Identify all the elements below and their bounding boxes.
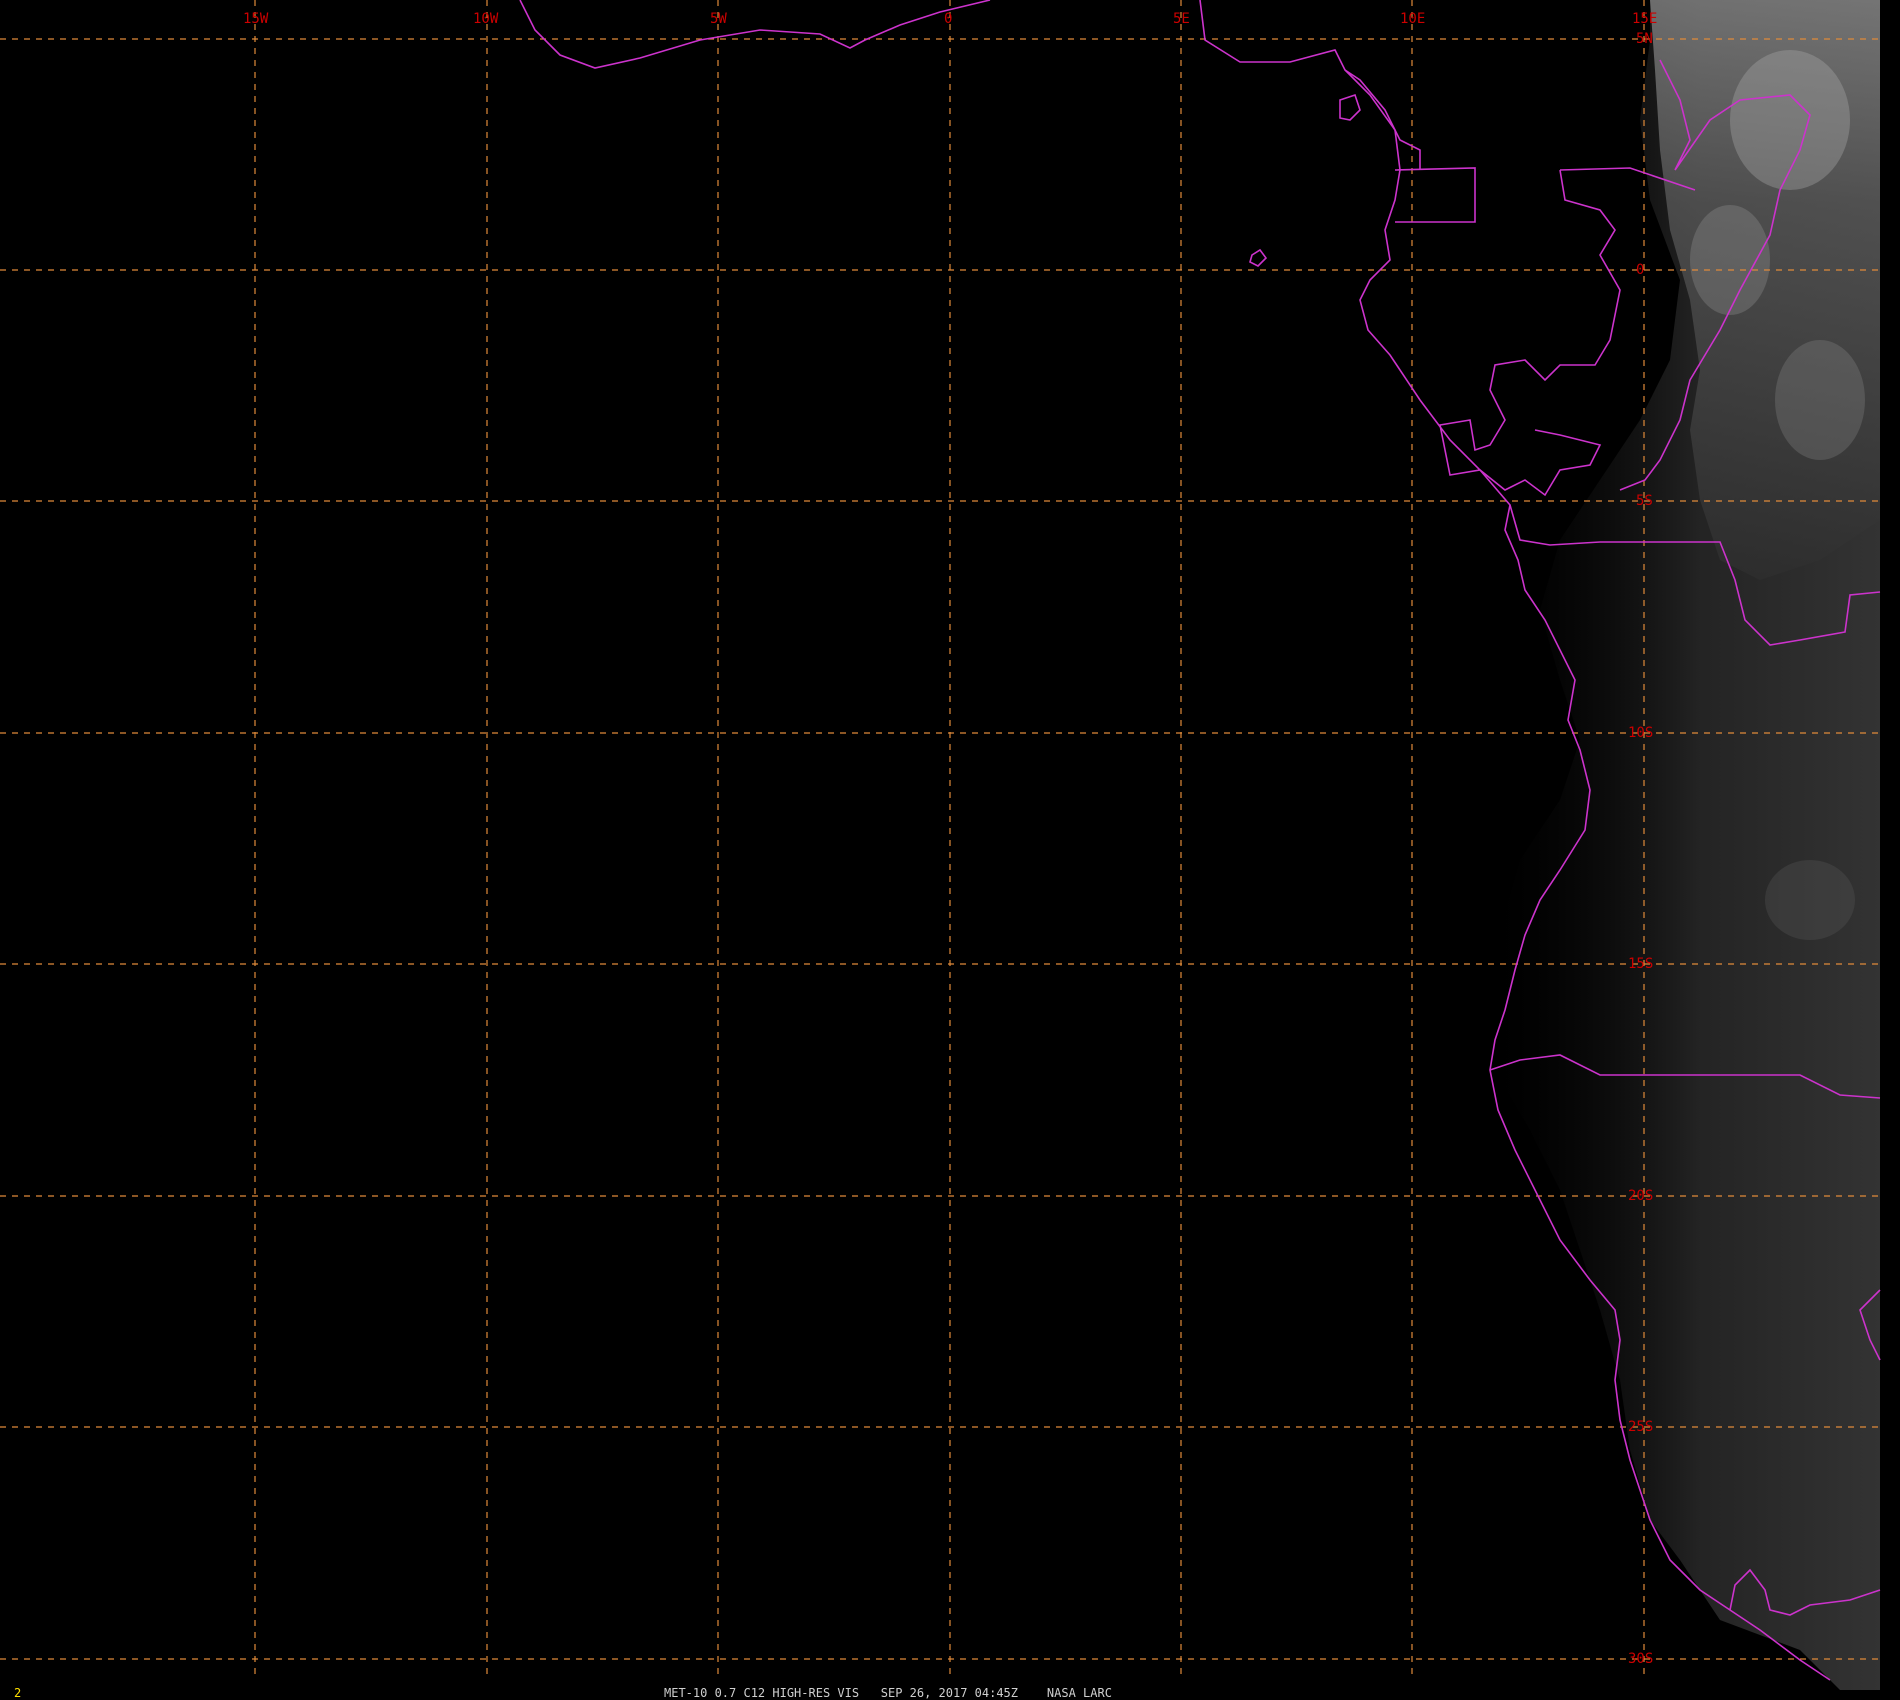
lon-label-15w: 15W bbox=[243, 11, 269, 27]
lat-label-15s: 15S bbox=[1628, 956, 1653, 972]
lon-label-10e: 10E bbox=[1400, 11, 1425, 27]
lon-label-5w: 5W bbox=[710, 11, 727, 27]
lat-label-25s: 25S bbox=[1628, 1419, 1653, 1435]
sao-tome-island bbox=[1249, 248, 1268, 267]
equatorial-guinea-island bbox=[1339, 93, 1361, 121]
lon-label-0: 0 bbox=[944, 11, 952, 27]
west-africa-coastline bbox=[519, 0, 991, 69]
longitude-labels: 15W 10W 5W 0 5E 10E 15E bbox=[243, 11, 1657, 27]
image-caption: MET-10 0.7 C12 HIGH-RES VIS SEP 26, 2017… bbox=[664, 1686, 1112, 1700]
lon-label-10w: 10W bbox=[473, 11, 499, 27]
lat-label-30s: 30S bbox=[1628, 1651, 1653, 1667]
meridian-lines bbox=[254, 0, 1645, 1680]
lat-label-5s: 5S bbox=[1636, 493, 1653, 509]
frame-number: 2 bbox=[14, 1686, 21, 1700]
lat-label-0: 0 bbox=[1636, 262, 1644, 278]
lon-label-15e: 15E bbox=[1632, 11, 1657, 27]
lat-label-5n: 5N bbox=[1636, 31, 1653, 47]
lon-label-5e: 5E bbox=[1173, 11, 1190, 27]
lat-label-20s: 20S bbox=[1628, 1188, 1653, 1204]
image-footer: 2 MET-10 0.7 C12 HIGH-RES VIS SEP 26, 20… bbox=[14, 1686, 1112, 1700]
lat-label-10s: 10S bbox=[1628, 725, 1653, 741]
cameroon-coast-border bbox=[1344, 69, 1421, 170]
satellite-map: 15W 10W 5W 0 5E 10E 15E 5N 0 5S 10S 15S … bbox=[0, 0, 1881, 1700]
illuminated-region bbox=[1480, 0, 1880, 1690]
